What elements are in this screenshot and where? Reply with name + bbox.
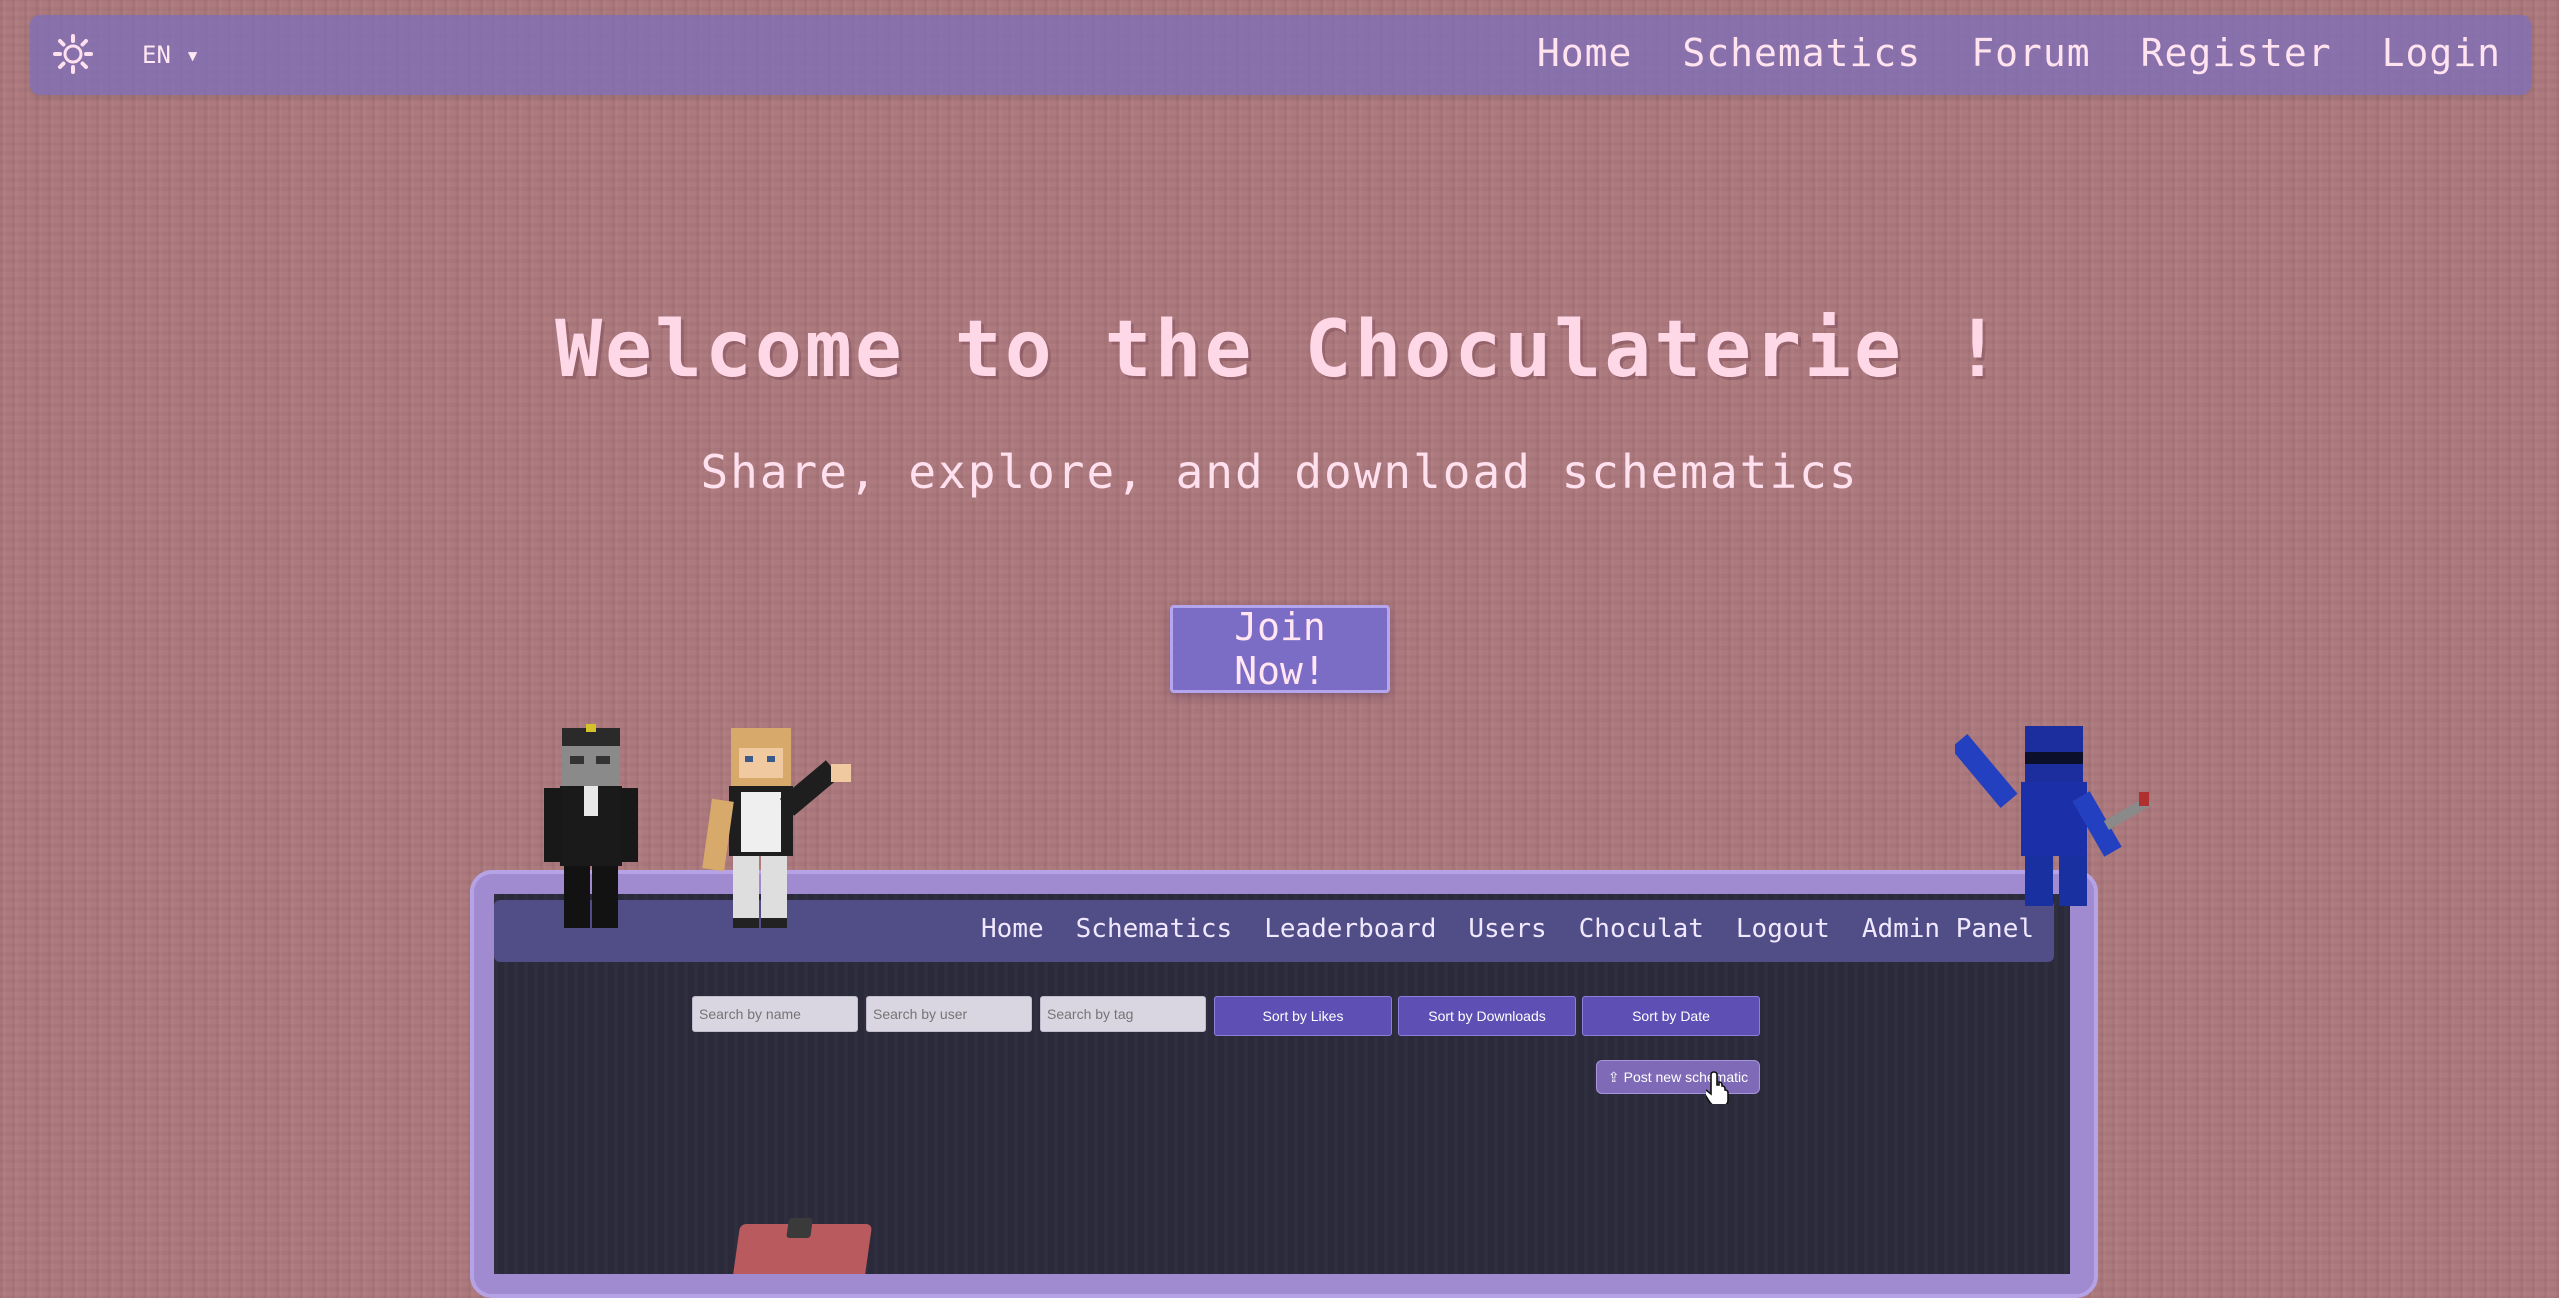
character-maid <box>702 728 851 928</box>
sun-icon[interactable] <box>52 33 94 75</box>
sort-by-date-button[interactable]: Sort by Date <box>1582 996 1760 1036</box>
preview-frame: Home Schematics Leaderboard Users Chocul… <box>470 870 2098 1298</box>
post-schematic-button[interactable]: ⇪ Post new schematic <box>1596 1060 1760 1094</box>
search-by-name-input[interactable] <box>692 996 858 1032</box>
preview-nav-logout[interactable]: Logout <box>1736 914 1830 944</box>
schematic-thumbnail[interactable] <box>731 1218 873 1274</box>
nav-login[interactable]: Login <box>2382 31 2501 75</box>
language-selector[interactable]: EN ▾ <box>142 41 200 69</box>
sort-by-likes-button[interactable]: Sort by Likes <box>1214 996 1392 1036</box>
anvil-icon <box>786 1218 814 1238</box>
search-by-tag-input[interactable] <box>1040 996 1206 1032</box>
preview-nav-users[interactable]: Users <box>1468 914 1546 944</box>
upload-icon: ⇪ <box>1607 1068 1620 1085</box>
search-by-user-input[interactable] <box>866 996 1032 1032</box>
character-black-suit <box>544 724 638 928</box>
preview-nav-leaderboard[interactable]: Leaderboard <box>1264 914 1436 944</box>
join-now-button[interactable]: Join Now! <box>1170 605 1390 693</box>
nav-schematics[interactable]: Schematics <box>1682 31 1921 75</box>
sort-by-downloads-button[interactable]: Sort by Downloads <box>1398 996 1576 1036</box>
hand-cursor-icon <box>1706 1071 1729 1104</box>
nav-forum[interactable]: Forum <box>1971 31 2090 75</box>
nav-home[interactable]: Home <box>1537 31 1633 75</box>
preview-nav-schematics[interactable]: Schematics <box>1076 914 1233 944</box>
main-nav: Home Schematics Forum Register Login <box>1537 31 2501 75</box>
top-navbar: EN ▾ Home Schematics Forum Register Logi… <box>30 15 2531 95</box>
app-preview: Home Schematics Leaderboard Users Chocul… <box>494 894 2070 1274</box>
preview-nav-admin-panel[interactable]: Admin Panel <box>1862 914 2034 944</box>
preview-nav-home[interactable]: Home <box>981 914 1044 944</box>
character-blue <box>1955 726 2153 906</box>
nav-register[interactable]: Register <box>2141 31 2332 75</box>
preview-nav-choculat[interactable]: Choculat <box>1579 914 1704 944</box>
hero-title: Welcome to the Choculaterie ! <box>555 305 2004 395</box>
hero-subtitle: Share, explore, and download schematics <box>700 445 1859 499</box>
